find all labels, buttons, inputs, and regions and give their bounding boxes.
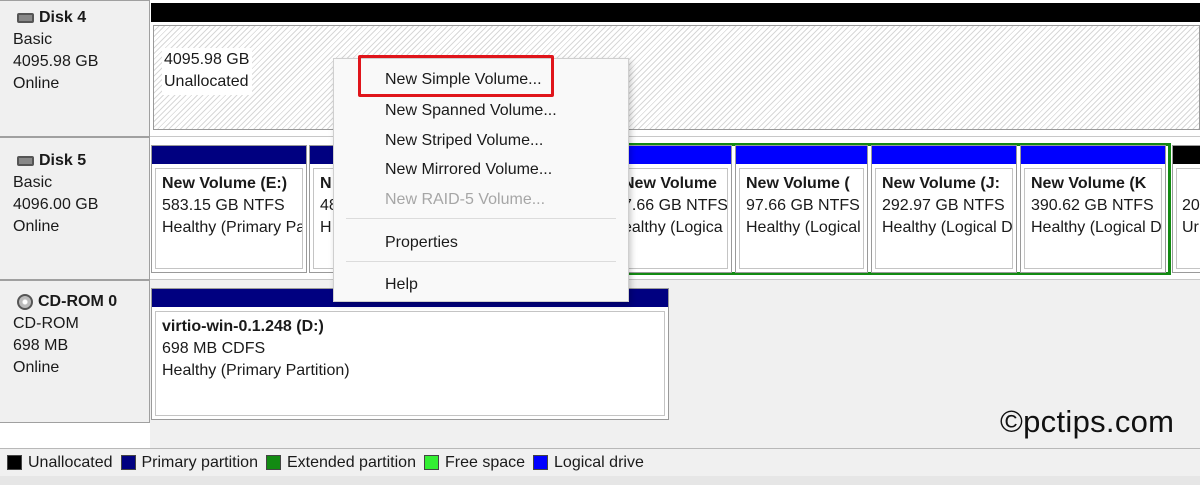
legend-extended: Extended partition — [265, 453, 416, 472]
swatch — [423, 455, 439, 470]
volume-title: New Volume (K — [1031, 175, 1147, 192]
watermark: ©pctips.com — [1000, 404, 1175, 439]
disk-type: Basic — [13, 31, 53, 48]
highlight-annotation — [358, 55, 554, 97]
volume-size: 97.66 GB NTFS — [746, 197, 860, 214]
partition-4[interactable]: New Volume ( 97.66 GB NTFS Healthy (Logi… — [735, 145, 868, 273]
volume-title: New Volume ( — [746, 175, 850, 192]
cdrom-icon — [17, 294, 33, 310]
swatch — [7, 455, 22, 470]
volume-title: New Volume (E:) — [162, 175, 288, 192]
swatch — [120, 455, 136, 470]
partition-k[interactable]: New Volume (K 390.62 GB NTFS Healthy (Lo… — [1020, 145, 1166, 273]
unallocated-size: 4095.98 GB — [164, 51, 250, 68]
hard-disk-icon — [17, 156, 34, 166]
legend-label: Free space — [444, 453, 526, 471]
volume-title: New Volume — [623, 175, 717, 192]
unallocated-region[interactable]: 4095.98 GB Unallocated — [153, 25, 1200, 130]
volume-status: H — [320, 219, 332, 236]
unallocated-label: Unallocated — [164, 73, 249, 90]
volume-size: 7.66 GB NTFS — [623, 197, 728, 214]
volume-status: Healthy (Primary Partition) — [162, 362, 350, 379]
disk-type: Basic — [13, 174, 53, 191]
cdrom-label[interactable]: CD-ROM 0 CD-ROM 698 MB Online — [0, 280, 150, 423]
menu-new-mirrored-volume[interactable]: New Mirrored Volume... — [385, 156, 552, 184]
unallocated-bar — [151, 3, 1200, 22]
partition-j[interactable]: New Volume (J: 292.97 GB NTFS Healthy (L… — [871, 145, 1017, 273]
disk-size: 4096.00 GB — [13, 196, 99, 213]
disk-status: Online — [13, 359, 60, 376]
disk-size: 698 MB — [13, 337, 69, 354]
menu-separator — [346, 261, 616, 262]
menu-separator — [346, 218, 616, 219]
partition-3[interactable]: New Volume 7.66 GB NTFS ealthy (Logica — [612, 145, 732, 273]
disk-type: CD-ROM — [13, 315, 79, 332]
swatch — [265, 455, 281, 470]
disk5-label[interactable]: Disk 5 Basic 4096.00 GB Online — [0, 137, 150, 280]
disk-status: Online — [13, 75, 60, 92]
legend: Unallocated Primary partition Extended p… — [0, 448, 1200, 476]
menu-new-spanned-volume[interactable]: New Spanned Volume... — [385, 97, 557, 125]
legend-free-space: Free space — [423, 453, 526, 472]
volume-status: Healthy (Logical — [746, 219, 861, 236]
disk-name: Disk 4 — [39, 9, 87, 26]
volume-title — [1182, 173, 1200, 195]
menu-new-striped-volume[interactable]: New Striped Volume... — [385, 127, 543, 155]
partition-e[interactable]: New Volume (E:) 583.15 GB NTFS Healthy (… — [151, 145, 307, 273]
volume-size: 292.97 GB NTFS — [882, 197, 1005, 214]
volume-size: 698 MB CDFS — [162, 340, 266, 357]
status-strip — [0, 476, 1200, 485]
disk-name: CD-ROM 0 — [38, 293, 118, 310]
legend-logical: Logical drive — [533, 454, 644, 472]
partition-unallocated-tail[interactable]: 20 Ur — [1172, 145, 1200, 273]
volume-size: 390.62 GB NTFS — [1031, 197, 1154, 214]
volume-status: Healthy (Logical D — [882, 219, 1013, 236]
hard-disk-icon — [17, 13, 34, 23]
volume-status: Healthy (Logical D — [1031, 219, 1162, 236]
volume-size: 583.15 GB NTFS — [162, 197, 285, 214]
cdrom-partition[interactable]: virtio-win-0.1.248 (D:) 698 MB CDFS Heal… — [151, 288, 669, 420]
disk4-label[interactable]: Disk 4 Basic 4095.98 GB Online — [0, 0, 150, 137]
volume-size: 48 — [320, 197, 334, 214]
legend-primary: Primary partition — [120, 453, 258, 472]
volume-size: 20 — [1182, 197, 1200, 214]
volume-title: N — [320, 175, 332, 192]
menu-help[interactable]: Help — [385, 271, 418, 299]
disk-status: Online — [13, 218, 60, 235]
volume-title: New Volume (J: — [882, 175, 1000, 192]
swatch — [533, 455, 549, 470]
disk-size: 4095.98 GB — [13, 53, 99, 70]
volume-status: ealthy (Logica — [623, 219, 723, 236]
menu-new-raid5-volume: New RAID-5 Volume... — [385, 191, 546, 208]
volume-status: Ur — [1182, 219, 1199, 236]
legend-label: Logical drive — [554, 453, 644, 471]
volume-title: virtio-win-0.1.248 (D:) — [162, 318, 324, 335]
legend-label: Unallocated — [28, 453, 113, 471]
disk-name: Disk 5 — [39, 152, 87, 169]
volume-status: Healthy (Primary Pa — [162, 219, 303, 236]
legend-label: Extended partition — [286, 453, 416, 471]
legend-label: Primary partition — [141, 453, 258, 471]
legend-unallocated: Unallocated — [7, 454, 113, 472]
menu-properties[interactable]: Properties — [385, 229, 458, 257]
